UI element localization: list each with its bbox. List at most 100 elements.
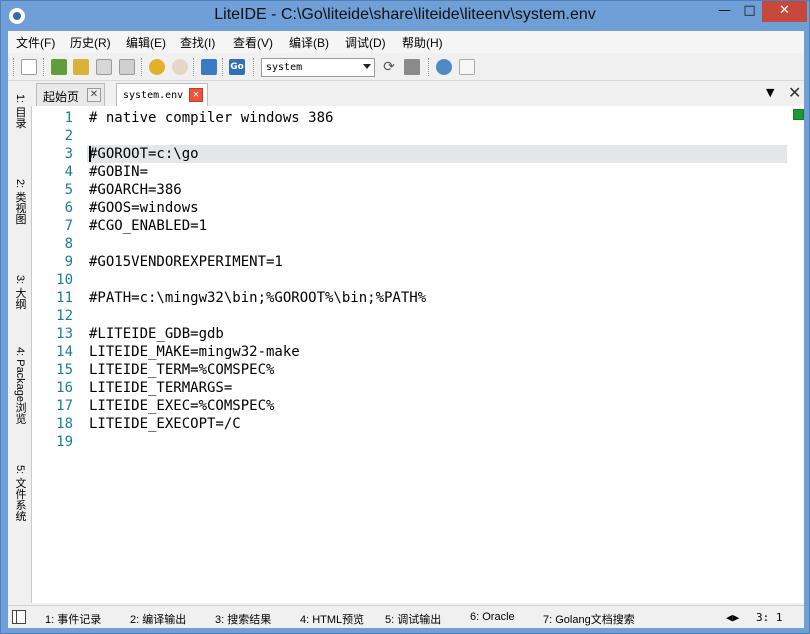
line-number: 11 (56, 290, 73, 306)
env-edit-icon[interactable] (404, 59, 420, 75)
bottom-tab-event-log[interactable]: 1: 事件记录 (45, 611, 101, 627)
code-line[interactable]: # native compiler windows 386 (89, 110, 333, 126)
close-editor-icon[interactable]: ✕ (788, 83, 801, 102)
line-number: 3 (64, 146, 73, 162)
toolbar-grip[interactable] (222, 58, 225, 76)
line-number: 15 (56, 362, 73, 378)
editor-tab-bar: 起始页 ✕ system.env ✕ ▼ ✕ (30, 82, 804, 106)
go-icon[interactable]: Go (229, 59, 245, 75)
line-number: 4 (64, 164, 73, 180)
code-line[interactable]: #CGO_ENABLED=1 (89, 218, 207, 234)
back-icon[interactable] (149, 59, 165, 75)
code-line[interactable]: LITEIDE_EXEC=%COMSPEC% (89, 398, 274, 414)
menu-debug[interactable]: 调试(D) (345, 34, 386, 51)
menu-history[interactable]: 历史(R) (70, 34, 111, 51)
cursor-position: 3: 1 (756, 611, 783, 624)
code-line[interactable]: #PATH=c:\mingw32\bin;%GOROOT%\bin;%PATH% (89, 290, 426, 306)
line-number: 1 (64, 110, 73, 126)
code-line[interactable]: LITEIDE_MAKE=mingw32-make (89, 344, 300, 360)
open-folder-icon[interactable] (73, 59, 89, 75)
line-number: 19 (56, 434, 73, 450)
fullscreen-icon[interactable] (459, 59, 475, 75)
sidebar-item-package-browser[interactable]: 4: Package浏览 (10, 347, 28, 452)
open-file-icon[interactable] (51, 59, 67, 75)
window-title: LiteIDE - C:\Go\liteide\share\liteide\li… (214, 6, 596, 23)
toolbar-grip[interactable] (13, 58, 16, 76)
tab-label: 起始页 (43, 90, 80, 104)
file-status-marker (793, 109, 804, 120)
sidebar-item-directory[interactable]: 1: 目录 (10, 94, 28, 169)
tab-start-page[interactable]: 起始页 ✕ (36, 83, 105, 106)
forward-icon[interactable] (172, 59, 188, 75)
code-line[interactable]: LITEIDE_EXECOPT=/C (89, 416, 241, 432)
bottom-tab-golang-doc-search[interactable]: 7: Golang文档搜索 (543, 611, 635, 627)
menu-bar: 文件(F) 历史(R) 编辑(E) 查找(I) 查看(V) 编译(B) 调试(D… (8, 31, 804, 53)
line-number: 6 (64, 200, 73, 216)
toggle-panels-icon[interactable] (12, 610, 26, 624)
line-number: 12 (56, 308, 73, 324)
line-number: 10 (56, 272, 73, 288)
tab-label: system.env (123, 90, 184, 101)
tab-list-menu-icon[interactable]: ▼ (766, 86, 774, 99)
minimize-button[interactable]: — (712, 1, 737, 22)
menu-find[interactable]: 查找(I) (180, 34, 215, 51)
liteide-window: LiteIDE - C:\Go\liteide\share\liteide\li… (0, 0, 810, 634)
title-bar[interactable]: LiteIDE - C:\Go\liteide\share\liteide\li… (1, 1, 809, 31)
code-line[interactable]: #GOBIN= (89, 164, 148, 180)
line-number: 18 (56, 416, 73, 432)
left-panel-bar: 1: 目录 2: 类视图 3: 大纲 4: Package浏览 5: 文件系统 (8, 82, 30, 604)
combo-arrow-icon (363, 64, 371, 69)
bottom-tab-build-output[interactable]: 2: 编译输出 (130, 611, 186, 627)
toolbar-grip[interactable] (428, 58, 431, 76)
line-number-gutter: 1 2 3 4 5 6 7 8 9 10 11 12 13 14 15 16 1… (32, 106, 85, 603)
line-number: 7 (64, 218, 73, 234)
menu-view[interactable]: 查看(V) (233, 34, 273, 51)
client-area: 文件(F) 历史(R) 编辑(E) 查找(I) 查看(V) 编译(B) 调试(D… (8, 31, 804, 628)
save-all-icon[interactable] (119, 59, 135, 75)
settings-gear-icon[interactable] (436, 59, 452, 75)
code-line[interactable]: #GO15VENDOREXPERIMENT=1 (89, 254, 283, 270)
line-number: 5 (64, 182, 73, 198)
bottom-tab-oracle[interactable]: 6: Oracle (470, 611, 515, 623)
line-number: 2 (64, 128, 73, 144)
menu-build[interactable]: 编译(B) (289, 34, 329, 51)
code-line[interactable]: #GOOS=windows (89, 200, 199, 216)
new-file-icon[interactable] (21, 59, 37, 75)
tab-close-icon[interactable]: ✕ (87, 88, 101, 102)
tab-close-icon[interactable]: ✕ (189, 88, 203, 102)
code-editor[interactable]: 1 2 3 4 5 6 7 8 9 10 11 12 13 14 15 16 1… (31, 106, 804, 603)
toolbar-grip[interactable] (253, 58, 256, 76)
code-line[interactable]: #LITEIDE_GDB=gdb (89, 326, 224, 342)
code-line[interactable]: LITEIDE_TERMARGS= (89, 380, 232, 396)
line-number: 8 (64, 236, 73, 252)
close-button[interactable]: ✕ (762, 1, 807, 22)
menu-file[interactable]: 文件(F) (16, 34, 55, 51)
toolbar-grip[interactable] (141, 58, 144, 76)
code-line[interactable]: LITEIDE_TERM=%COMSPEC% (89, 362, 274, 378)
code-line[interactable]: #GOARCH=386 (89, 182, 182, 198)
bottom-tab-search-results[interactable]: 3: 搜索结果 (215, 611, 271, 627)
reload-icon[interactable]: ⟳ (381, 59, 397, 75)
code-line[interactable]: #GOROOT=c:\go (89, 146, 199, 162)
toolbar-grip[interactable] (43, 58, 46, 76)
home-icon[interactable] (201, 59, 217, 75)
bottom-tab-html-preview[interactable]: 4: HTML预览 (300, 611, 364, 627)
bottom-panel-bar: 1: 事件记录 2: 编译输出 3: 搜索结果 4: HTML预览 5: 调试输… (8, 605, 804, 628)
panel-scroll-arrows[interactable]: ◀▶ (726, 611, 739, 624)
environment-combo[interactable]: system (261, 58, 375, 77)
main-toolbar: Go system ⟳ (8, 54, 804, 81)
sidebar-item-outline[interactable]: 3: 大纲 (10, 275, 28, 335)
line-number: 16 (56, 380, 73, 396)
toolbar-grip[interactable] (193, 58, 196, 76)
menu-help[interactable]: 帮助(H) (402, 34, 443, 51)
sidebar-item-class-view[interactable]: 2: 类视图 (10, 179, 28, 264)
tab-system-env[interactable]: system.env ✕ (116, 83, 208, 106)
vertical-scrollbar[interactable] (787, 106, 804, 603)
maximize-button[interactable]: □ (737, 1, 762, 22)
sidebar-item-filesystem[interactable]: 5: 文件系统 (10, 465, 28, 565)
menu-edit[interactable]: 编辑(E) (126, 34, 166, 51)
environment-combo-value: system (266, 62, 303, 73)
bottom-tab-debug-output[interactable]: 5: 调试输出 (385, 611, 441, 627)
save-icon[interactable] (96, 59, 112, 75)
line-number: 9 (64, 254, 73, 270)
